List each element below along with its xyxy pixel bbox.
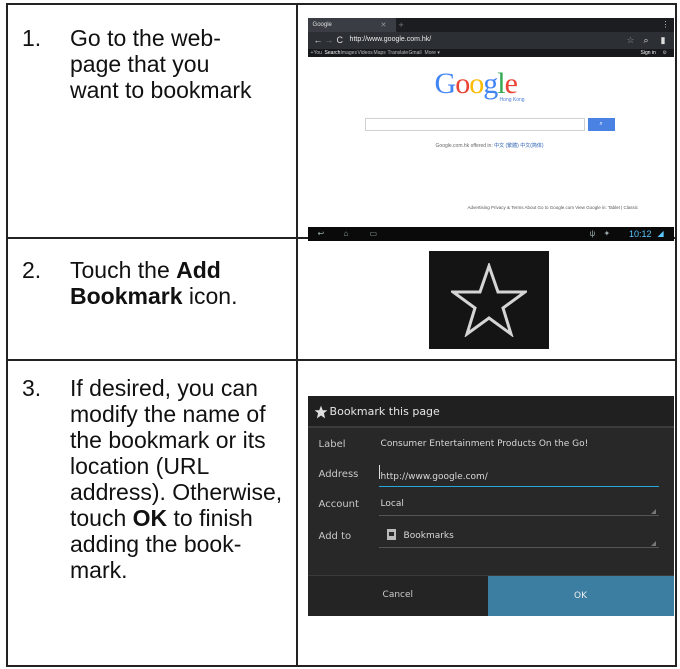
field-label: Add to — [318, 531, 352, 542]
step-number: 2. — [22, 257, 42, 283]
link-plus-you[interactable]: +You — [311, 50, 322, 56]
google-search-input[interactable] — [364, 118, 585, 131]
google-footer: Advertising Privacy & Terms About Go to … — [467, 205, 639, 210]
link-search[interactable]: Search — [325, 50, 341, 56]
add-to-field-row: Add to Bookmarks — [308, 523, 674, 551]
dropdown-arrow-icon[interactable] — [650, 541, 656, 546]
field-label: Account — [318, 499, 359, 510]
step-number: 3. — [22, 375, 42, 401]
google-homepage: Google Hong Kong ⌕ Google.com.hk offered… — [307, 57, 674, 217]
step-1: 1. Go to the web- page that you want to … — [8, 5, 296, 103]
add-bookmark-icon-image — [428, 251, 549, 349]
step-bold-text: OK — [132, 505, 168, 531]
step-line: page that you — [70, 51, 210, 77]
link-images[interactable]: Images — [341, 50, 357, 56]
recent-apps-icon[interactable]: ▭ — [370, 229, 378, 238]
new-tab-icon[interactable]: + — [399, 20, 404, 30]
language-offer: Google.com.hk offered in: 中文 (繁體) 中文(简体) — [436, 142, 544, 149]
search-icon: ⌕ — [599, 121, 603, 127]
step-image-cell — [295, 237, 678, 361]
dropdown-arrow-icon[interactable] — [650, 509, 656, 514]
dialog-buttons: Cancel OK — [307, 575, 674, 616]
cancel-button[interactable]: Cancel — [307, 576, 488, 616]
usb-icon: ψ — [589, 229, 596, 238]
forward-icon[interactable]: → — [325, 35, 334, 45]
step-body: Touch the Add Bookmark icon. — [70, 257, 290, 309]
back-icon[interactable]: ← — [314, 35, 323, 45]
add-to-select[interactable]: Bookmarks — [404, 531, 454, 541]
address-field-row: Address http://www.google.com/ — [308, 461, 674, 489]
link-maps[interactable]: Maps — [374, 50, 386, 56]
google-search-button[interactable]: ⌕ — [587, 118, 615, 131]
step-text-cell: 2. Touch the Add Bookmark icon. — [6, 237, 298, 361]
bookmark-folder-icon — [386, 529, 396, 540]
step-row-1: 1. Go to the web- page that you want to … — [6, 3, 678, 241]
link-translate[interactable]: Translate — [388, 50, 409, 56]
step-image-cell: Bookmark this page Label Consumer Entert… — [295, 359, 678, 667]
step-text-cell: 3. If desired, you can modify the name o… — [6, 359, 298, 667]
menu-icon[interactable]: ⋮ — [662, 20, 670, 29]
bookmark-star-icon[interactable]: ☆ — [627, 35, 635, 46]
select-underline — [378, 515, 659, 516]
step-body: Go to the web- page that you want to boo… — [70, 25, 290, 103]
back-icon[interactable]: ↩ — [318, 229, 325, 238]
label-input[interactable]: Consumer Entertainment Products On the G… — [381, 439, 589, 449]
sign-in-link[interactable]: Sign in — [641, 50, 656, 56]
select-underline — [378, 547, 659, 548]
star-icon — [314, 405, 327, 419]
step-text: icon. — [182, 283, 238, 309]
reload-icon[interactable]: C — [337, 35, 344, 45]
close-icon[interactable]: ✕ — [381, 21, 387, 29]
instructions-table: 1. Go to the web- page that you want to … — [6, 3, 678, 667]
bookmarks-icon[interactable]: ▮ — [661, 35, 666, 46]
step-row-3: 3. If desired, you can modify the name o… — [6, 359, 678, 667]
gear-icon[interactable]: ⚙ — [663, 50, 667, 56]
google-logo: Google — [434, 67, 518, 100]
wifi-icon: ◢ — [657, 229, 664, 238]
step-body: If desired, you can modify the name of t… — [70, 375, 290, 583]
account-field-row: Account Local — [308, 491, 674, 519]
link-more[interactable]: More ▾ — [425, 50, 440, 56]
browser-tab-label: Google — [312, 22, 332, 28]
input-underline — [378, 486, 659, 487]
dialog-title: Bookmark this page — [329, 405, 440, 418]
link-gmail[interactable]: Gmail — [409, 50, 422, 56]
google-links-bar: +You Search Images Videos Maps Translate… — [307, 49, 674, 57]
step-text-cell: 1. Go to the web- page that you want to … — [6, 3, 298, 239]
field-label: Address — [318, 469, 359, 480]
address-input[interactable]: http://www.google.com/ — [381, 472, 488, 482]
home-icon[interactable]: ⌂ — [344, 229, 349, 238]
step-text: Touch the — [70, 257, 177, 283]
account-select[interactable]: Local — [381, 499, 404, 509]
offered-prefix: Google.com.hk offered in: — [435, 143, 493, 149]
search-icon[interactable]: ⌕ — [644, 35, 649, 46]
browser-tab[interactable]: Google ✕ — [307, 18, 396, 32]
field-label: Label — [318, 439, 346, 450]
step-image-cell: Google ✕ + ⋮ ← → C http://www.google.com… — [295, 3, 678, 241]
link-videos[interactable]: Videos — [358, 50, 373, 56]
browser-tab-bar: Google ✕ + ⋮ — [307, 18, 674, 32]
language-link[interactable]: 中文(简体) — [520, 143, 543, 149]
text-cursor — [378, 465, 380, 479]
android-icon: ✦ — [603, 229, 611, 238]
ok-button[interactable]: OK — [487, 576, 674, 616]
step-row-2: 2. Touch the Add Bookmark icon. — [6, 237, 678, 361]
star-outline-icon — [450, 263, 527, 337]
step-line: Go to the web- — [70, 25, 221, 51]
step-number: 1. — [22, 25, 42, 51]
browser-screenshot: Google ✕ + ⋮ ← → C http://www.google.com… — [307, 18, 674, 241]
url-field[interactable]: http://www.google.com.hk/ — [350, 36, 432, 43]
dialog-title-bar: Bookmark this page — [307, 396, 674, 428]
browser-toolbar: ← → C http://www.google.com.hk/ ☆ ⌕ ▮ — [307, 32, 674, 49]
step-line: want to bookmark — [70, 77, 252, 103]
google-logo-subtitle: Hong Kong — [499, 97, 525, 103]
step-2: 2. Touch the Add Bookmark icon. — [8, 239, 296, 309]
language-link[interactable]: 中文 (繁體) — [494, 143, 519, 149]
bookmark-dialog: Bookmark this page Label Consumer Entert… — [307, 396, 674, 616]
label-field-row: Label Consumer Entertainment Products On… — [308, 431, 674, 459]
step-3: 3. If desired, you can modify the name o… — [8, 361, 296, 583]
